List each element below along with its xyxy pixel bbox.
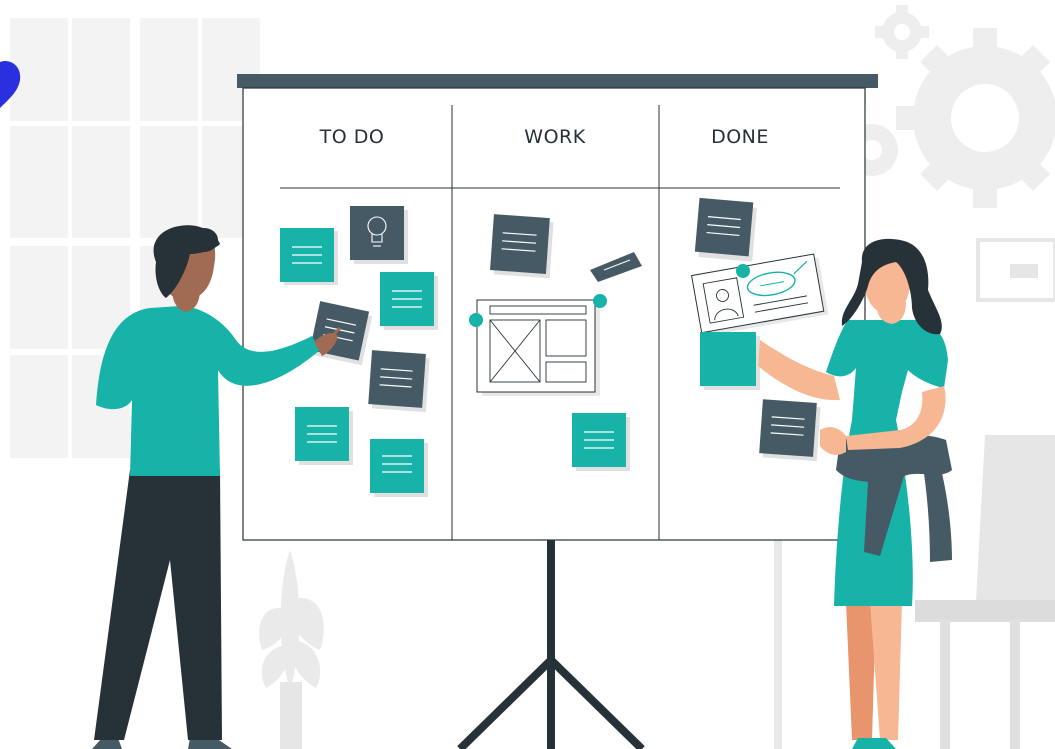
column-heading-work: WORK <box>524 126 586 148</box>
column-heading-done: DONE <box>711 126 769 148</box>
sticky-note <box>370 439 428 497</box>
sticky-note <box>572 413 630 471</box>
board-top-bar <box>237 74 878 88</box>
sticky-note <box>295 407 353 465</box>
plant-icon <box>259 550 324 749</box>
sticky-note <box>694 197 757 262</box>
sticky-note <box>368 350 430 413</box>
sticky-note <box>759 399 821 462</box>
pin <box>736 264 750 278</box>
sticky-note <box>280 228 338 285</box>
gear-icon <box>896 28 1055 208</box>
column-heading-todo: TO DO <box>319 126 385 148</box>
sticky-note <box>309 301 373 366</box>
small-gear-icon <box>875 5 929 59</box>
wireframe-icon <box>469 294 607 396</box>
sticky-note <box>380 272 438 330</box>
sticky-note <box>700 332 760 390</box>
sticky-note-lightbulb <box>350 206 408 264</box>
kanban-illustration <box>0 5 1055 749</box>
sticky-note <box>490 214 554 279</box>
easel-stand <box>457 540 645 749</box>
side-stand <box>774 540 782 749</box>
